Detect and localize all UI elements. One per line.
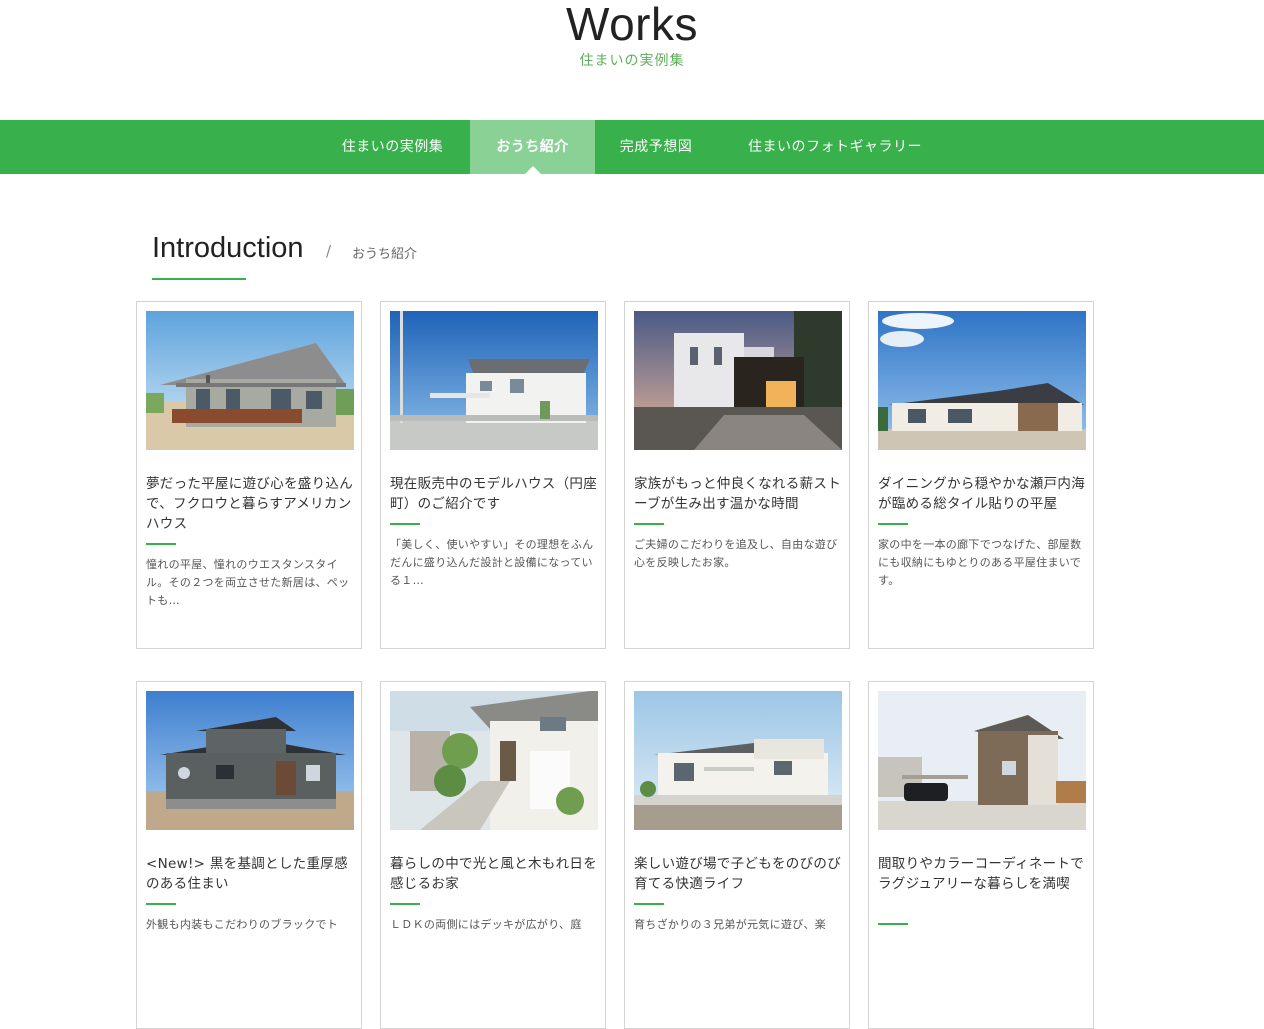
house-photo[interactable] xyxy=(146,311,354,450)
work-card[interactable]: <New!> 黒を基調とした重厚感のある住まい 外観も内装もこだわりのブラックで… xyxy=(136,681,362,1029)
house-photo[interactable] xyxy=(390,691,598,830)
work-card[interactable]: 間取りやカラーコーディネートでラグジュアリーな暮らしを満喫 xyxy=(868,681,1094,1029)
card-divider xyxy=(146,903,176,905)
work-card[interactable]: ダイニングから穏やかな瀬戸内海が臨める総タイル貼りの平屋 家の中を一本の廊下でつ… xyxy=(868,301,1094,649)
house-photo[interactable] xyxy=(878,691,1086,830)
nav-item-label: おうち紹介 xyxy=(496,139,569,155)
work-card[interactable]: 家族がもっと仲良くなれる薪ストーブが生み出す温かな時間 ご夫婦のこだわりを追及し… xyxy=(624,301,850,649)
work-card[interactable]: 楽しい遊び場で子どもをのびのび育てる快適ライフ 育ちざかりの３兄弟が元気に遊び、… xyxy=(624,681,850,1029)
main-nav: 住まいの実例集 おうち紹介 完成予想図 住まいのフォトギャラリー xyxy=(0,120,1264,174)
card-title[interactable]: 家族がもっと仲良くなれる薪ストーブが生み出す温かな時間 xyxy=(634,474,844,514)
nav-item-rendering[interactable]: 完成予想図 xyxy=(600,120,712,174)
section-underline xyxy=(152,278,246,280)
work-card[interactable]: 現在販売中のモデルハウス（円座町）のご紹介です 「美しく、使いやすい」その理想を… xyxy=(380,301,606,649)
card-description: 憧れの平屋、憧れのウエスタンスタイル。その２つを両立させた新居は、ペットも… xyxy=(146,558,350,607)
card-title[interactable]: 暮らしの中で光と風と木もれ日を感じるお家 xyxy=(390,854,600,894)
nav-item-introduction[interactable]: おうち紹介 xyxy=(470,120,595,174)
nav-item-label: 住まいの実例集 xyxy=(341,139,444,155)
card-divider xyxy=(146,543,176,545)
card-title[interactable]: 楽しい遊び場で子どもをのびのび育てる快適ライフ xyxy=(634,854,844,894)
card-divider xyxy=(634,903,664,905)
card-title[interactable]: ダイニングから穏やかな瀬戸内海が臨める総タイル貼りの平屋 xyxy=(878,474,1088,514)
house-photo[interactable] xyxy=(634,691,842,830)
card-description: ご夫婦のこだわりを追及し、自由な遊び心を反映したお家。 xyxy=(634,538,838,569)
card-description: 外観も内装もこだわりのブラックでト xyxy=(146,918,339,931)
card-description: 「美しく、使いやすい」その理想をふんだんに盛り込んだ設計と設備になっている１… xyxy=(390,538,594,587)
card-description: 育ちざかりの３兄弟が元気に遊び、楽 xyxy=(634,918,827,931)
nav-item-label: 完成予想図 xyxy=(619,139,693,155)
card-divider xyxy=(390,523,420,525)
active-caret-icon xyxy=(524,166,541,174)
nav-item-works[interactable]: 住まいの実例集 xyxy=(320,120,465,174)
card-title[interactable]: 夢だった平屋に遊び心を盛り込んで、フクロウと暮らすアメリカンハウス xyxy=(146,474,356,534)
card-title[interactable]: <New!> 黒を基調とした重厚感のある住まい xyxy=(146,854,356,894)
card-divider xyxy=(878,923,908,925)
card-title[interactable]: 現在販売中のモデルハウス（円座町）のご紹介です xyxy=(390,474,600,514)
house-photo[interactable] xyxy=(878,311,1086,450)
nav-item-label: 住まいのフォトギャラリー xyxy=(748,139,922,155)
card-description: 家の中を一本の廊下でつなげた、部屋数にも収納にもゆとりのある平屋住まいです。 xyxy=(878,538,1082,587)
section-separator: / xyxy=(326,242,332,260)
card-divider xyxy=(390,903,420,905)
card-description: ＬＤＫの両側にはデッキが広がり、庭 xyxy=(390,918,582,931)
nav-item-photo-gallery[interactable]: 住まいのフォトギャラリー xyxy=(725,120,945,174)
card-divider xyxy=(634,523,664,525)
card-divider xyxy=(878,523,908,525)
work-card[interactable]: 夢だった平屋に遊び心を盛り込んで、フクロウと暮らすアメリカンハウス 憧れの平屋、… xyxy=(136,301,362,649)
house-photo[interactable] xyxy=(146,691,354,830)
section-title: Introduction xyxy=(152,232,304,264)
work-card[interactable]: 暮らしの中で光と風と木もれ日を感じるお家 ＬＤＫの両側にはデッキが広がり、庭 xyxy=(380,681,606,1029)
page-title: Works xyxy=(566,0,698,50)
house-photo[interactable] xyxy=(390,311,598,450)
section-subtitle: おうち紹介 xyxy=(352,247,418,262)
card-title[interactable]: 間取りやカラーコーディネートでラグジュアリーな暮らしを満喫 xyxy=(878,854,1088,894)
page-subtitle: 住まいの実例集 xyxy=(579,53,685,69)
house-photo[interactable] xyxy=(634,311,842,450)
